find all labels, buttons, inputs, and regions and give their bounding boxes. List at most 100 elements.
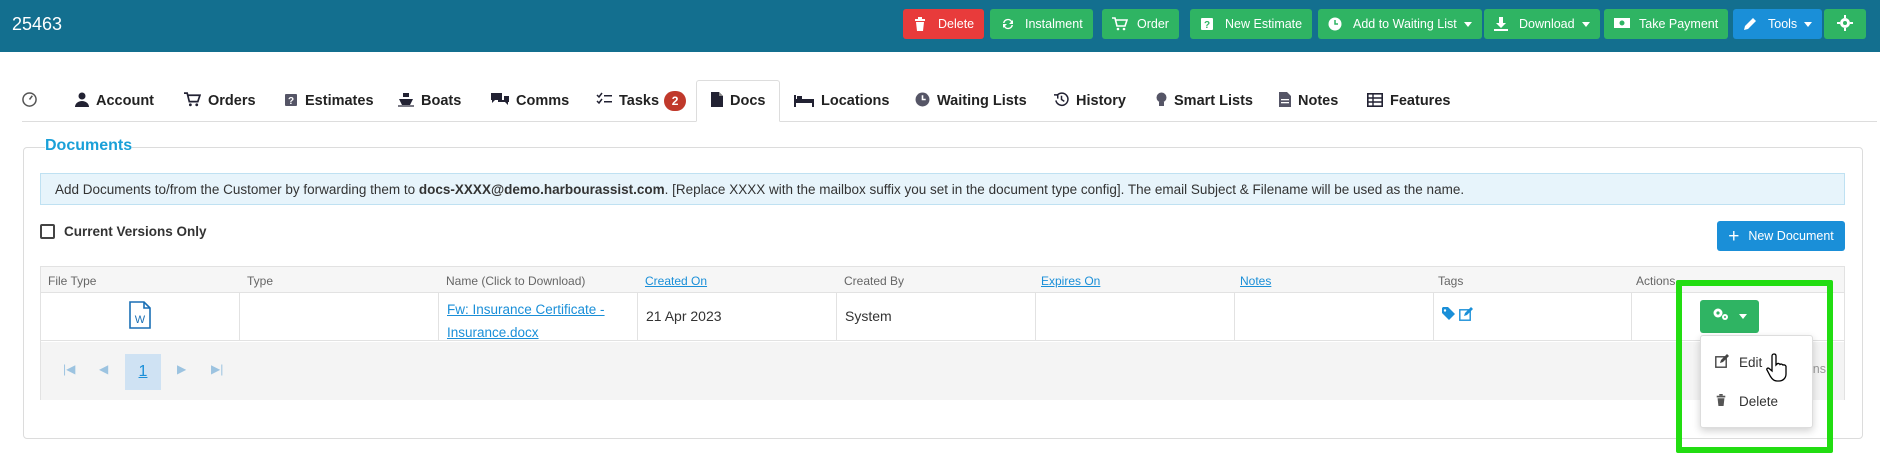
history-icon (1054, 92, 1069, 110)
tab-locations[interactable]: Locations (794, 80, 889, 122)
cell-type (240, 293, 439, 341)
tab-waiting-lists-label: Waiting Lists (937, 93, 1027, 109)
current-page[interactable]: 1 (125, 354, 161, 390)
first-page-icon[interactable]: |◀ (63, 362, 75, 376)
edit-tags-icon[interactable] (1459, 307, 1473, 324)
clock-icon (915, 92, 930, 110)
delete-button-label: Delete (938, 17, 975, 31)
tab-tasks[interactable]: Tasks 2 (596, 80, 687, 122)
add-to-waiting-list-button-label: Add to Waiting List (1353, 17, 1457, 31)
bed-icon (794, 93, 814, 110)
cell-expires-on (1036, 293, 1235, 341)
delete-button[interactable]: Delete (903, 9, 985, 39)
tab-estimates[interactable]: ? Estimates (284, 80, 374, 122)
take-payment-button-label: Take Payment (1639, 17, 1719, 31)
documents-table: File Type Type Name (Click to Download) … (40, 266, 1845, 400)
menu-item-delete[interactable]: Delete (1715, 393, 1778, 410)
cell-notes (1235, 293, 1434, 341)
tab-boats[interactable]: Boats (398, 80, 461, 122)
new-estimate-button-label: New Estimate (1225, 17, 1303, 31)
instalment-button-label: Instalment (1025, 17, 1083, 31)
current-versions-checkbox[interactable] (40, 224, 55, 239)
cell-created-on: 21 Apr 2023 (638, 293, 837, 341)
plus-icon: + (1728, 225, 1740, 247)
tab-features-label: Features (1390, 93, 1451, 109)
tab-estimates-label: Estimates (305, 93, 374, 109)
new-document-label: New Document (1748, 229, 1834, 243)
settings-button[interactable] (1824, 9, 1866, 39)
table-icon (1367, 92, 1383, 110)
column-file-type[interactable]: File Type (48, 274, 96, 288)
current-versions-filter[interactable]: Current Versions Only (40, 224, 207, 239)
trash-icon (913, 17, 929, 31)
chevron-down-icon (1581, 21, 1590, 27)
lightbulb-icon (1156, 92, 1167, 111)
download-button[interactable]: Download (1484, 9, 1600, 39)
last-page-icon[interactable]: ▶| (211, 362, 223, 376)
info-suffix: . [Replace XXXX with the mailbox suffix … (664, 181, 1465, 197)
user-icon (75, 92, 89, 110)
tasks-count-badge: 2 (664, 91, 687, 111)
tasks-icon (596, 92, 612, 110)
column-expires-on[interactable]: Expires On (1041, 274, 1100, 288)
column-created-on[interactable]: Created On (645, 274, 707, 288)
add-to-waiting-list-button[interactable]: Add to Waiting List (1318, 9, 1482, 39)
tab-boats-label: Boats (421, 93, 462, 109)
gears-icon (1712, 307, 1732, 326)
tab-orders[interactable]: Orders (184, 80, 256, 122)
download-button-label: Download (1519, 17, 1575, 31)
column-notes[interactable]: Notes (1240, 274, 1271, 288)
word-file-icon[interactable]: W (129, 301, 151, 332)
note-icon (1279, 92, 1291, 110)
tools-button[interactable]: Tools (1733, 9, 1823, 39)
table-header: File Type Type Name (Click to Download) … (41, 267, 1844, 293)
chevron-down-icon (1739, 314, 1747, 319)
prev-page-icon[interactable]: ◀ (99, 362, 108, 376)
tag-icon[interactable] (1442, 307, 1456, 324)
tab-docs-label: Docs (730, 93, 766, 109)
order-button-label: Order (1137, 17, 1169, 31)
svg-text:?: ? (1204, 20, 1210, 31)
hand-pointer-icon (1766, 352, 1790, 387)
column-created-by[interactable]: Created By (844, 274, 904, 288)
tab-docs[interactable]: Docs (696, 80, 781, 122)
tab-dashboard[interactable] (22, 80, 37, 122)
tab-account[interactable]: Account (75, 80, 154, 122)
tab-comms-label: Comms (516, 93, 570, 109)
tab-smart-lists[interactable]: Smart Lists (1156, 80, 1253, 122)
instalment-button[interactable]: Instalment (990, 9, 1093, 39)
record-id: 25463 (12, 14, 63, 34)
cart-icon (184, 92, 202, 110)
trash-icon (1715, 393, 1729, 410)
column-type[interactable]: Type (247, 274, 273, 288)
new-document-button[interactable]: + New Document (1717, 221, 1845, 251)
take-payment-button[interactable]: Take Payment (1604, 9, 1729, 39)
comments-icon (491, 92, 509, 110)
menu-item-delete-label: Delete (1739, 394, 1779, 409)
pencil-icon (1743, 17, 1759, 31)
menu-item-edit[interactable]: Edit (1715, 354, 1762, 371)
document-download-link[interactable]: Fw: Insurance Certificate - Insurance.do… (447, 298, 617, 344)
question-icon: ? (1200, 17, 1216, 31)
tab-notes[interactable]: Notes (1279, 80, 1338, 122)
svg-text:W: W (135, 314, 146, 326)
pagination: |◀ ◀ 1 ▶ ▶| ns (41, 342, 1844, 400)
chevron-down-icon (1463, 21, 1472, 27)
tab-account-label: Account (96, 93, 154, 109)
row-actions-button[interactable] (1700, 300, 1759, 333)
tab-features[interactable]: Features (1367, 80, 1450, 122)
tab-history[interactable]: History (1054, 80, 1126, 122)
new-estimate-button[interactable]: ? New Estimate (1190, 9, 1313, 39)
tab-locations-label: Locations (821, 93, 890, 109)
tab-comms[interactable]: Comms (491, 80, 569, 122)
next-page-icon[interactable]: ▶ (177, 362, 186, 376)
column-tags: Tags (1438, 274, 1464, 288)
cart-icon (1112, 17, 1129, 31)
order-button[interactable]: Order (1102, 9, 1179, 39)
svg-text:?: ? (288, 96, 294, 107)
download-icon (1494, 17, 1510, 31)
menu-item-edit-label: Edit (1739, 355, 1763, 370)
column-name[interactable]: Name (Click to Download) (446, 274, 585, 288)
dashboard-icon (22, 91, 37, 111)
tab-waiting-lists[interactable]: Waiting Lists (915, 80, 1027, 122)
